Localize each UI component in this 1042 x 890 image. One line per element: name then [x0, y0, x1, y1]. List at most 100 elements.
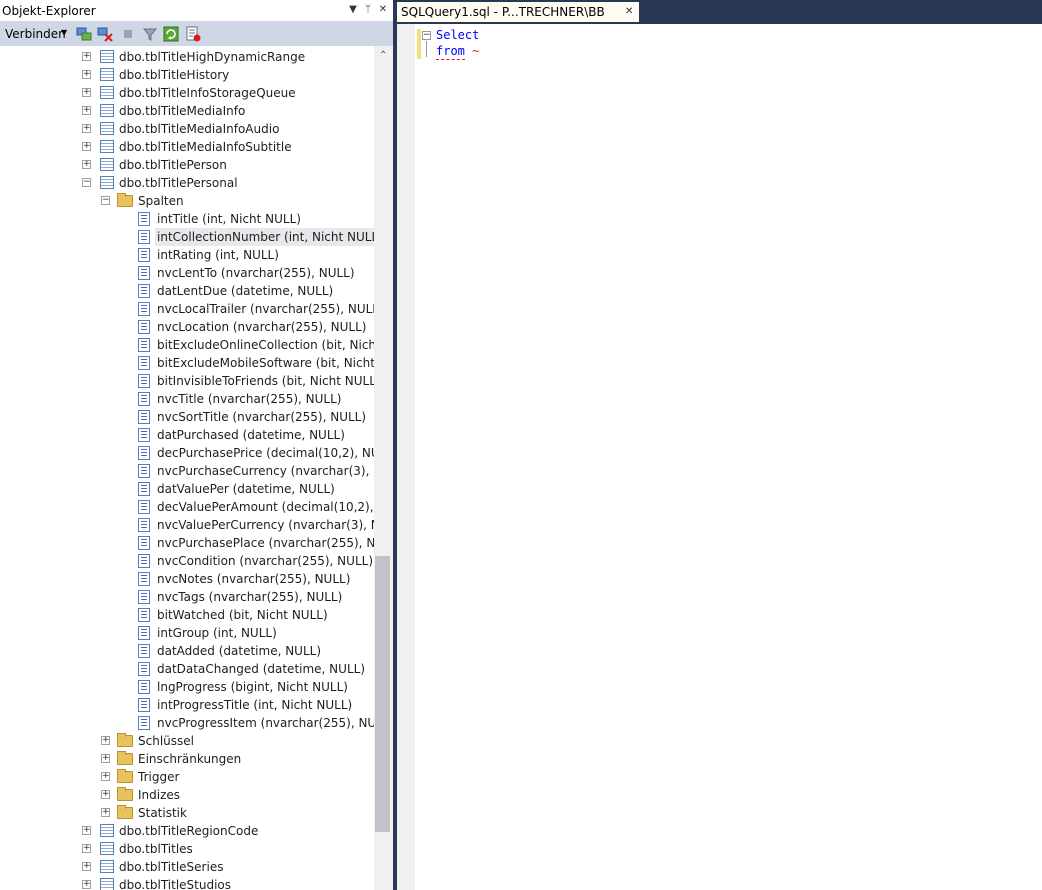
object-explorer-tree: + dbo.tblTitleHighDynamicRange + dbo.tblTit…	[0, 46, 374, 890]
tree-item-table[interactable]: + dbo.tblTitleInfoStorageQueue	[0, 84, 374, 102]
tree-item-label: nvcLocalTrailer (nvarchar(255), NULL)	[157, 302, 374, 316]
expand-icon[interactable]: +	[101, 772, 110, 781]
tree-item-table[interactable]: + dbo.tblTitleMediaInfoSubtitle	[0, 138, 374, 156]
tree-item-folder[interactable]: + Einschränkungen	[0, 750, 374, 768]
tree-item-folder[interactable]: + Trigger	[0, 768, 374, 786]
tree-item-column[interactable]: datDataChanged (datetime, NULL)	[0, 660, 374, 678]
connect-button[interactable]: Verbinden	[5, 27, 66, 41]
tree-item-column[interactable]: nvcNotes (nvarchar(255), NULL)	[0, 570, 374, 588]
tree-item-table[interactable]: + dbo.tblTitleHighDynamicRange	[0, 48, 374, 66]
collapse-icon[interactable]: −	[101, 196, 110, 205]
tree-item-column[interactable]: nvcProgressItem (nvarchar(255), NULL)	[0, 714, 374, 732]
table-icon	[100, 68, 114, 81]
tree-item-column[interactable]: intTitle (int, Nicht NULL)	[0, 210, 374, 228]
column-icon	[138, 410, 150, 424]
expand-icon[interactable]: +	[101, 790, 110, 799]
connect-object-explorer-icon[interactable]	[76, 26, 92, 42]
expand-icon[interactable]: +	[82, 844, 91, 853]
tree-item-column[interactable]: bitExcludeMobileSoftware (bit, Nicht NUL	[0, 354, 374, 372]
tree-item-column[interactable]: bitWatched (bit, Nicht NULL)	[0, 606, 374, 624]
collapse-icon[interactable]: −	[82, 178, 91, 187]
pin-icon[interactable]: ᛘ	[361, 3, 375, 17]
scrollbar-thumb[interactable]	[375, 556, 390, 832]
tree-item-column[interactable]: nvcLocation (nvarchar(255), NULL)	[0, 318, 374, 336]
object-explorer-titlebar: Objekt-Explorer ▼ ᛘ ✕	[0, 0, 393, 22]
tree-item-column[interactable]: nvcTitle (nvarchar(255), NULL)	[0, 390, 374, 408]
tree-item-table[interactable]: + dbo.tblTitleMediaInfo	[0, 102, 374, 120]
expand-icon[interactable]: +	[82, 880, 91, 889]
tree-item-label: Einschränkungen	[138, 752, 242, 766]
expand-icon[interactable]: +	[82, 826, 91, 835]
tree-item-table[interactable]: + dbo.tblTitles	[0, 840, 374, 858]
expand-icon[interactable]: +	[82, 124, 91, 133]
tree-item-column[interactable]: nvcTags (nvarchar(255), NULL)	[0, 588, 374, 606]
tree-item-column[interactable]: datValuePer (datetime, NULL)	[0, 480, 374, 498]
expand-icon[interactable]: +	[101, 808, 110, 817]
filter-icon[interactable]	[142, 26, 158, 42]
tab-close-icon[interactable]: ✕	[625, 2, 633, 22]
expand-icon[interactable]: +	[82, 142, 91, 151]
tree-item-table[interactable]: + dbo.tblTitleMediaInfoAudio	[0, 120, 374, 138]
expand-icon[interactable]: +	[82, 52, 91, 61]
tree-item-table[interactable]: + dbo.tblTitleHistory	[0, 66, 374, 84]
tree-item-column[interactable]: bitExcludeOnlineCollection (bit, Nicht N…	[0, 336, 374, 354]
tree-item-column[interactable]: datLentDue (datetime, NULL)	[0, 282, 374, 300]
tree-item-label: datLentDue (datetime, NULL)	[157, 284, 334, 298]
expand-icon[interactable]: +	[82, 106, 91, 115]
tree-item-table[interactable]: + dbo.tblTitleStudios	[0, 876, 374, 890]
stop-icon[interactable]	[120, 26, 136, 42]
query-editor[interactable]: − Select from ~	[397, 24, 1042, 890]
tab-sqlquery1[interactable]: SQLQuery1.sql - P...TRECHNER\BB (66))* ✕	[397, 2, 639, 39]
tree-item-label: bitExcludeOnlineCollection (bit, Nicht N…	[157, 338, 374, 352]
tree-item-column[interactable]: bitInvisibleToFriends (bit, Nicht NULL)	[0, 372, 374, 390]
tree-item-column[interactable]: datAdded (datetime, NULL)	[0, 642, 374, 660]
folder-icon	[117, 787, 133, 801]
tree-item-label: datDataChanged (datetime, NULL)	[157, 662, 365, 676]
tree-item-column[interactable]: datPurchased (datetime, NULL)	[0, 426, 374, 444]
tree-item-column[interactable]: intGroup (int, NULL)	[0, 624, 374, 642]
tree-item-column[interactable]: lngProgress (bigint, Nicht NULL)	[0, 678, 374, 696]
expand-icon[interactable]: +	[101, 754, 110, 763]
tree-item-column[interactable]: nvcSortTitle (nvarchar(255), NULL)	[0, 408, 374, 426]
tree-item-column[interactable]: nvcPurchasePlace (nvarchar(255), NULL)	[0, 534, 374, 552]
connect-dropdown-icon[interactable]: ▼	[61, 28, 67, 37]
tree-item-column[interactable]: nvcLentTo (nvarchar(255), NULL)	[0, 264, 374, 282]
tree-item-table[interactable]: + dbo.tblTitlePerson	[0, 156, 374, 174]
tree-vertical-scrollbar[interactable]: ⌃	[374, 46, 393, 890]
tree-item-column[interactable]: intProgressTitle (int, Nicht NULL)	[0, 696, 374, 714]
tree-item-column[interactable]: nvcValuePerCurrency (nvarchar(3), NULL	[0, 516, 374, 534]
expand-icon[interactable]: +	[82, 88, 91, 97]
tree-item-label: dbo.tblTitleSeries	[119, 860, 224, 874]
tree-item-column[interactable]: decPurchasePrice (decimal(10,2), NULL)	[0, 444, 374, 462]
tree-item-folder[interactable]: + Indizes	[0, 786, 374, 804]
tree-item-column[interactable]: nvcLocalTrailer (nvarchar(255), NULL)	[0, 300, 374, 318]
folder-icon	[117, 769, 133, 783]
tree-item-table[interactable]: − dbo.tblTitlePersonal	[0, 174, 374, 192]
collapse-icon[interactable]: −	[422, 31, 431, 40]
tree-item-column[interactable]: intCollectionNumber (int, Nicht NULL)	[0, 228, 374, 246]
tree-item-column[interactable]: intRating (int, NULL)	[0, 246, 374, 264]
scroll-up-icon[interactable]: ⌃	[379, 50, 387, 61]
tree-item-folder[interactable]: + Statistik	[0, 804, 374, 822]
expand-icon[interactable]: +	[82, 160, 91, 169]
tree-item-label: bitExcludeMobileSoftware (bit, Nicht NUL	[157, 356, 374, 370]
tree-item-column[interactable]: nvcPurchaseCurrency (nvarchar(3), NULL	[0, 462, 374, 480]
window-position-dropdown-icon[interactable]: ▼	[346, 3, 360, 17]
tree-item-table[interactable]: + dbo.tblTitleSeries	[0, 858, 374, 876]
tree-item-label: nvcValuePerCurrency (nvarchar(3), NULL	[157, 518, 374, 532]
tree-item-column[interactable]: decValuePerAmount (decimal(10,2), NUL	[0, 498, 374, 516]
column-icon	[138, 230, 150, 244]
expand-icon[interactable]: +	[82, 862, 91, 871]
tree-item-table[interactable]: + dbo.tblTitleRegionCode	[0, 822, 374, 840]
tree-item-column[interactable]: nvcCondition (nvarchar(255), NULL)	[0, 552, 374, 570]
tree-item-folder[interactable]: − Spalten	[0, 192, 374, 210]
disconnect-icon[interactable]	[97, 26, 113, 42]
object-explorer-panel: Objekt-Explorer ▼ ᛘ ✕ Verbinden ▼ + dbo.…	[0, 0, 393, 890]
activity-monitor-icon[interactable]	[185, 26, 201, 42]
close-icon[interactable]: ✕	[376, 3, 390, 17]
tree-item-folder[interactable]: + Schlüssel	[0, 732, 374, 750]
expand-icon[interactable]: +	[82, 70, 91, 79]
expand-icon[interactable]: +	[101, 736, 110, 745]
refresh-icon[interactable]	[163, 26, 179, 42]
tree-item-label: decPurchasePrice (decimal(10,2), NULL)	[157, 446, 374, 460]
